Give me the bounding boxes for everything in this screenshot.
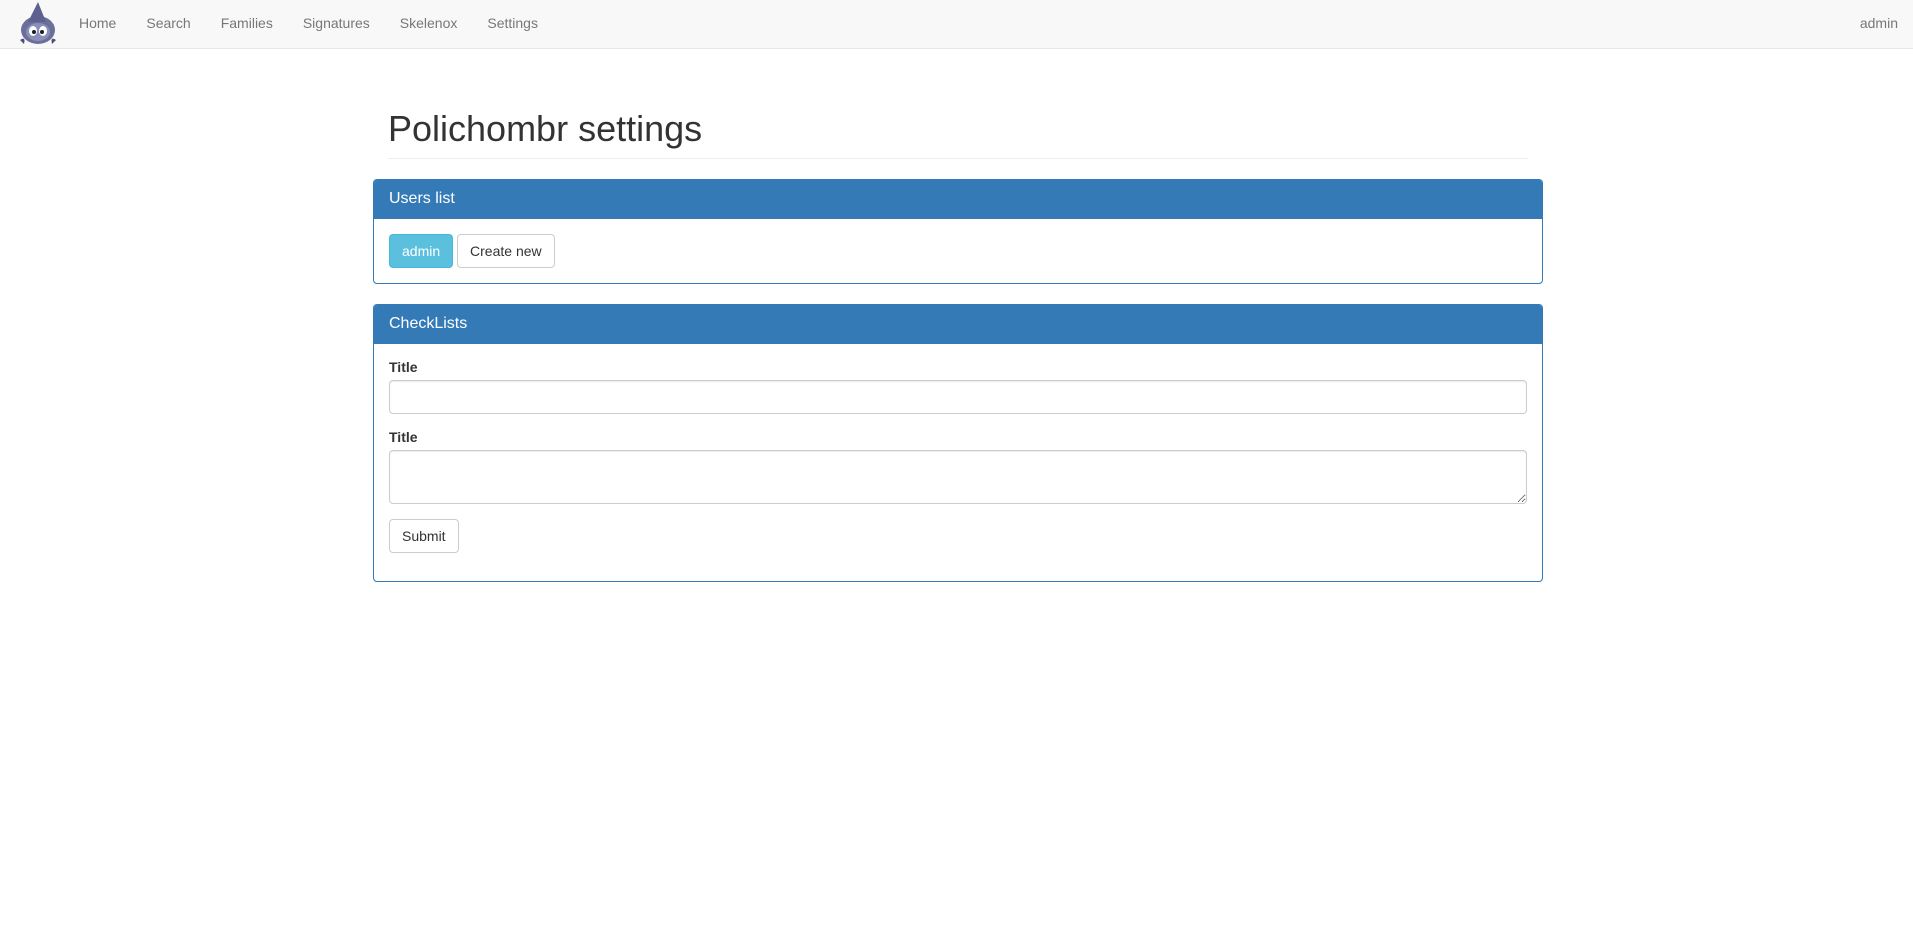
nav-user-menu[interactable]: admin — [1860, 0, 1898, 48]
description-form-group: Title — [389, 429, 1527, 504]
page-header: Polichombr settings — [388, 109, 1528, 159]
nav-link-families[interactable]: Families — [206, 0, 288, 48]
checklists-heading: CheckLists — [374, 305, 1542, 344]
brand-logo-icon[interactable] — [16, 0, 62, 48]
user-admin-button[interactable]: admin — [389, 234, 454, 268]
nav-link-signatures[interactable]: Signatures — [288, 0, 385, 48]
description-label: Title — [389, 429, 418, 445]
title-label: Title — [389, 359, 418, 375]
users-list-body: admin Create new — [374, 219, 1542, 283]
title-form-group: Title — [389, 359, 1527, 414]
users-list-heading: Users list — [374, 180, 1542, 219]
users-list-panel: Users list admin Create new — [373, 179, 1543, 284]
description-textarea[interactable] — [389, 450, 1527, 504]
submit-button[interactable]: Submit — [389, 519, 459, 553]
create-new-user-button[interactable]: Create new — [457, 234, 555, 268]
checklists-body: Title Title Submit — [374, 344, 1542, 581]
checklists-panel: CheckLists Title Title Submit — [373, 304, 1543, 582]
top-navbar: Home Search Families Signatures Skelenox… — [0, 0, 1913, 49]
nav-link-skelenox[interactable]: Skelenox — [385, 0, 473, 48]
nav-link-settings[interactable]: Settings — [472, 0, 553, 48]
main-container: Polichombr settings Users list admin Cre… — [373, 49, 1543, 602]
title-input[interactable] — [389, 380, 1527, 414]
nav-link-home[interactable]: Home — [64, 0, 131, 48]
nav-links: Home Search Families Signatures Skelenox… — [64, 0, 553, 48]
page-title: Polichombr settings — [388, 108, 703, 149]
nav-link-search[interactable]: Search — [131, 0, 205, 48]
